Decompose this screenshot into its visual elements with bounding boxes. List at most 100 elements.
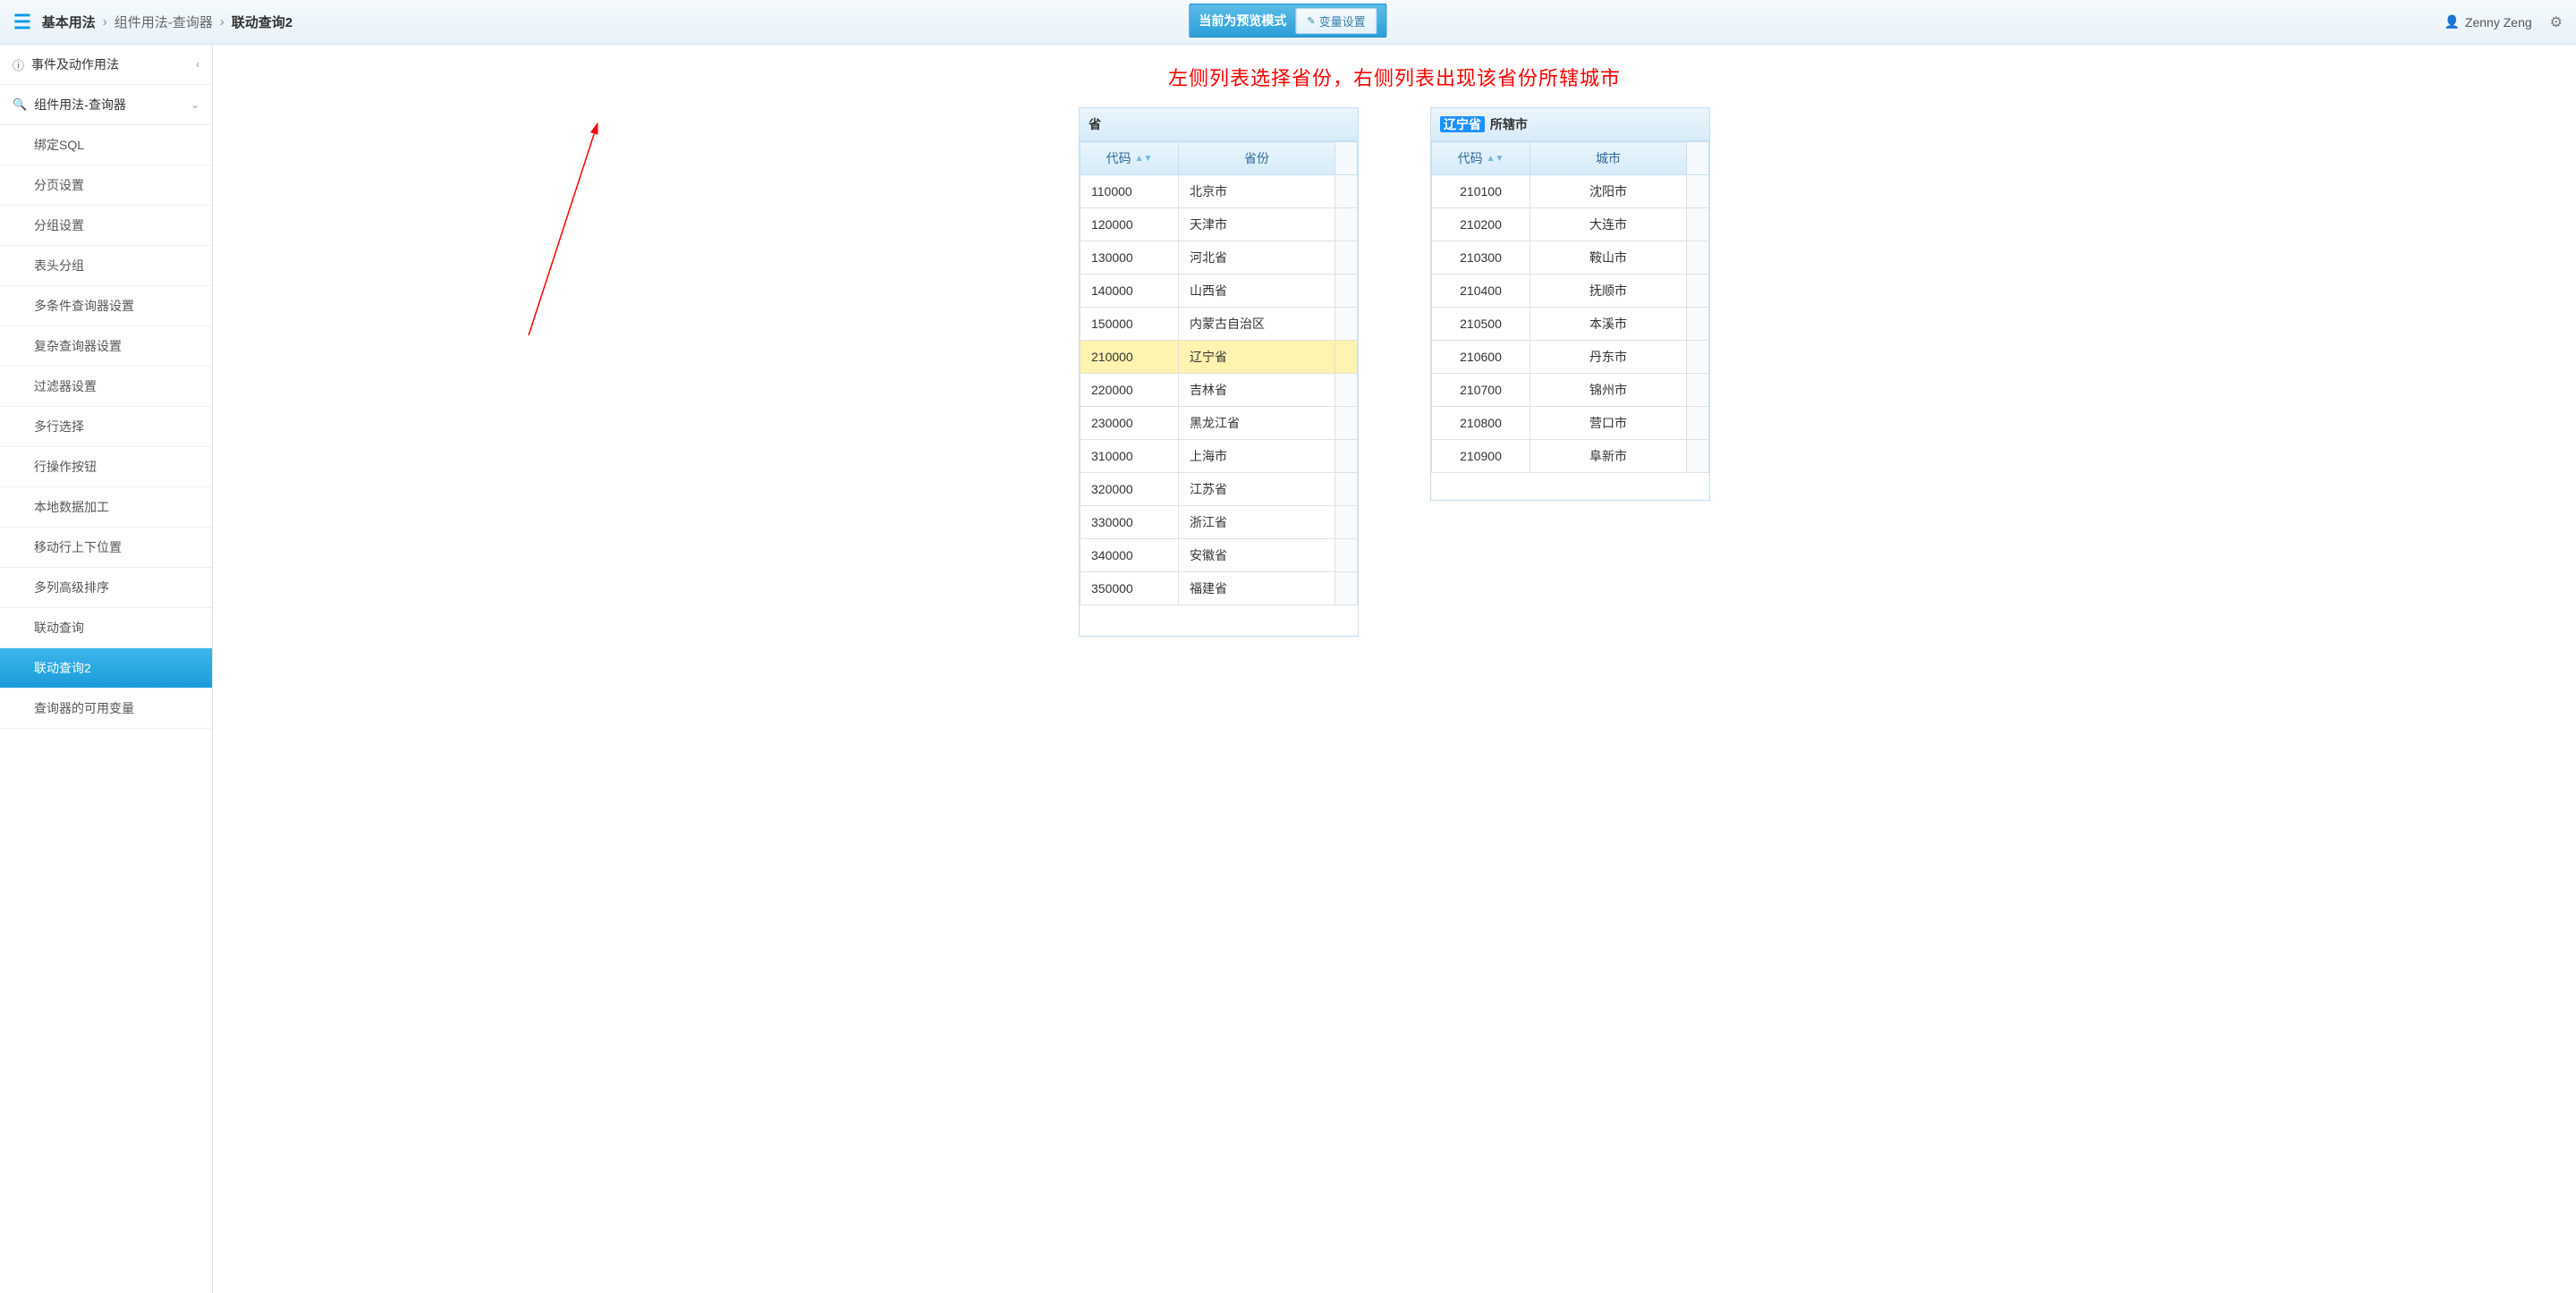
- app-header: ☰ 基本用法 › 组件用法-查询器 › 联动查询2 当前为预览模式 ✎ 变量设置…: [0, 0, 2576, 45]
- sidebar-item[interactable]: 本地数据加工: [0, 487, 212, 528]
- table-row[interactable]: 210600丹东市: [1432, 341, 1709, 374]
- table-row[interactable]: 210900阜新市: [1432, 440, 1709, 473]
- cell-province: 吉林省: [1179, 374, 1335, 407]
- sort-icon: ▲▼: [1487, 156, 1504, 162]
- sidebar-item[interactable]: 表头分组: [0, 246, 212, 286]
- cell-code: 210100: [1432, 175, 1530, 208]
- cell-code: 330000: [1080, 506, 1179, 539]
- table-row[interactable]: 210100沈阳市: [1432, 175, 1709, 208]
- cell-code: 210200: [1432, 208, 1530, 241]
- table-row[interactable]: 340000安徽省: [1080, 539, 1358, 572]
- col-header-code[interactable]: 代码▲▼: [1080, 142, 1179, 175]
- cell-city: 丹东市: [1530, 341, 1687, 374]
- sidebar-item[interactable]: 分页设置: [0, 165, 212, 206]
- sidebar-item[interactable]: 多行选择: [0, 407, 212, 447]
- table-row[interactable]: 210000辽宁省: [1080, 341, 1358, 374]
- sidebar-group-query[interactable]: 🔍 组件用法-查询器 ⌄: [0, 85, 212, 125]
- cell-code: 230000: [1080, 407, 1179, 440]
- table-row[interactable]: 150000内蒙古自治区: [1080, 308, 1358, 341]
- cell-blank: [1335, 506, 1358, 539]
- breadcrumb-sep: ›: [103, 14, 107, 30]
- user-menu[interactable]: 👤 Zenny Zeng: [2445, 14, 2532, 30]
- sidebar-item[interactable]: 多条件查询器设置: [0, 286, 212, 326]
- cell-blank: [1687, 341, 1709, 374]
- table-row[interactable]: 110000北京市: [1080, 175, 1358, 208]
- cell-code: 150000: [1080, 308, 1179, 341]
- col-header-city[interactable]: 城市: [1530, 142, 1687, 175]
- table-row[interactable]: 210500本溪市: [1432, 308, 1709, 341]
- table-row[interactable]: 210400抚顺市: [1432, 275, 1709, 308]
- menu-icon[interactable]: ☰: [13, 11, 31, 34]
- cell-blank: [1687, 241, 1709, 275]
- main-content: 左侧列表选择省份，右侧列表出现该省份所辖城市 省 代码▲▼ 省份 110000北…: [213, 45, 2576, 1293]
- col-header-province[interactable]: 省份: [1179, 142, 1335, 175]
- cell-province: 河北省: [1179, 241, 1335, 275]
- selected-province-badge: 辽宁省: [1440, 116, 1485, 132]
- gear-icon[interactable]: ⚙: [2550, 13, 2563, 31]
- table-row[interactable]: 320000江苏省: [1080, 473, 1358, 506]
- cell-code: 210700: [1432, 374, 1530, 407]
- preview-mode-label: 当前为预览模式: [1199, 12, 1286, 30]
- table-row[interactable]: 210700锦州市: [1432, 374, 1709, 407]
- table-row[interactable]: 330000浙江省: [1080, 506, 1358, 539]
- cell-blank: [1687, 374, 1709, 407]
- cell-city: 沈阳市: [1530, 175, 1687, 208]
- sidebar-item[interactable]: 分组设置: [0, 206, 212, 246]
- cell-code: 350000: [1080, 572, 1179, 605]
- table-row[interactable]: 140000山西省: [1080, 275, 1358, 308]
- table-row[interactable]: 310000上海市: [1080, 440, 1358, 473]
- cell-city: 阜新市: [1530, 440, 1687, 473]
- table-row[interactable]: 210200大连市: [1432, 208, 1709, 241]
- var-button-label: 变量设置: [1319, 13, 1366, 30]
- variable-settings-button[interactable]: ✎ 变量设置: [1295, 8, 1377, 34]
- cell-code: 120000: [1080, 208, 1179, 241]
- sidebar-item[interactable]: 复杂查询器设置: [0, 326, 212, 367]
- sidebar-item[interactable]: 过滤器设置: [0, 367, 212, 407]
- table-row[interactable]: 120000天津市: [1080, 208, 1358, 241]
- cell-code: 340000: [1080, 539, 1179, 572]
- cell-city: 锦州市: [1530, 374, 1687, 407]
- sidebar-item[interactable]: 多列高级排序: [0, 568, 212, 608]
- table-row[interactable]: 210800营口市: [1432, 407, 1709, 440]
- cell-city: 本溪市: [1530, 308, 1687, 341]
- sidebar-item[interactable]: 行操作按钮: [0, 447, 212, 487]
- sidebar-item[interactable]: 查询器的可用变量: [0, 689, 212, 729]
- cell-code: 310000: [1080, 440, 1179, 473]
- cell-province: 安徽省: [1179, 539, 1335, 572]
- cell-province: 浙江省: [1179, 506, 1335, 539]
- cell-blank: [1335, 208, 1358, 241]
- cell-code: 210800: [1432, 407, 1530, 440]
- cell-city: 营口市: [1530, 407, 1687, 440]
- col-header-code[interactable]: 代码▲▼: [1432, 142, 1530, 175]
- table-row[interactable]: 350000福建省: [1080, 572, 1358, 605]
- city-title-suffix: 所辖市: [1487, 117, 1528, 131]
- cell-blank: [1335, 572, 1358, 605]
- table-row[interactable]: 130000河北省: [1080, 241, 1358, 275]
- cell-blank: [1335, 175, 1358, 208]
- table-row[interactable]: 230000黑龙江省: [1080, 407, 1358, 440]
- sort-icon: ▲▼: [1135, 156, 1153, 162]
- sidebar-item[interactable]: 移动行上下位置: [0, 528, 212, 568]
- sidebar-item[interactable]: 联动查询2: [0, 648, 212, 689]
- breadcrumb-item[interactable]: 基本用法: [42, 13, 96, 31]
- cell-blank: [1335, 275, 1358, 308]
- cell-province: 黑龙江省: [1179, 407, 1335, 440]
- cell-code: 130000: [1080, 241, 1179, 275]
- chevron-down-icon: ⌄: [191, 98, 199, 111]
- city-table-box: 辽宁省 所辖市 代码▲▼ 城市 210100沈阳市210200大连市210300…: [1430, 107, 1710, 501]
- table-row[interactable]: 210300鞍山市: [1432, 241, 1709, 275]
- cell-province: 江苏省: [1179, 473, 1335, 506]
- cell-blank: [1687, 308, 1709, 341]
- cell-province: 天津市: [1179, 208, 1335, 241]
- breadcrumb-item[interactable]: 联动查询2: [232, 13, 292, 31]
- sidebar-group-events[interactable]: ⓘ 事件及动作用法 ‹: [0, 45, 212, 85]
- cell-blank: [1687, 407, 1709, 440]
- tables-container: 省 代码▲▼ 省份 110000北京市120000天津市130000河北省140…: [249, 107, 2540, 637]
- chevron-left-icon: ‹: [196, 58, 199, 71]
- sidebar-item[interactable]: 绑定SQL: [0, 125, 212, 165]
- cell-province: 内蒙古自治区: [1179, 308, 1335, 341]
- breadcrumb: 基本用法 › 组件用法-查询器 › 联动查询2: [42, 13, 292, 31]
- sidebar-item[interactable]: 联动查询: [0, 608, 212, 648]
- table-row[interactable]: 220000吉林省: [1080, 374, 1358, 407]
- breadcrumb-item[interactable]: 组件用法-查询器: [114, 13, 213, 31]
